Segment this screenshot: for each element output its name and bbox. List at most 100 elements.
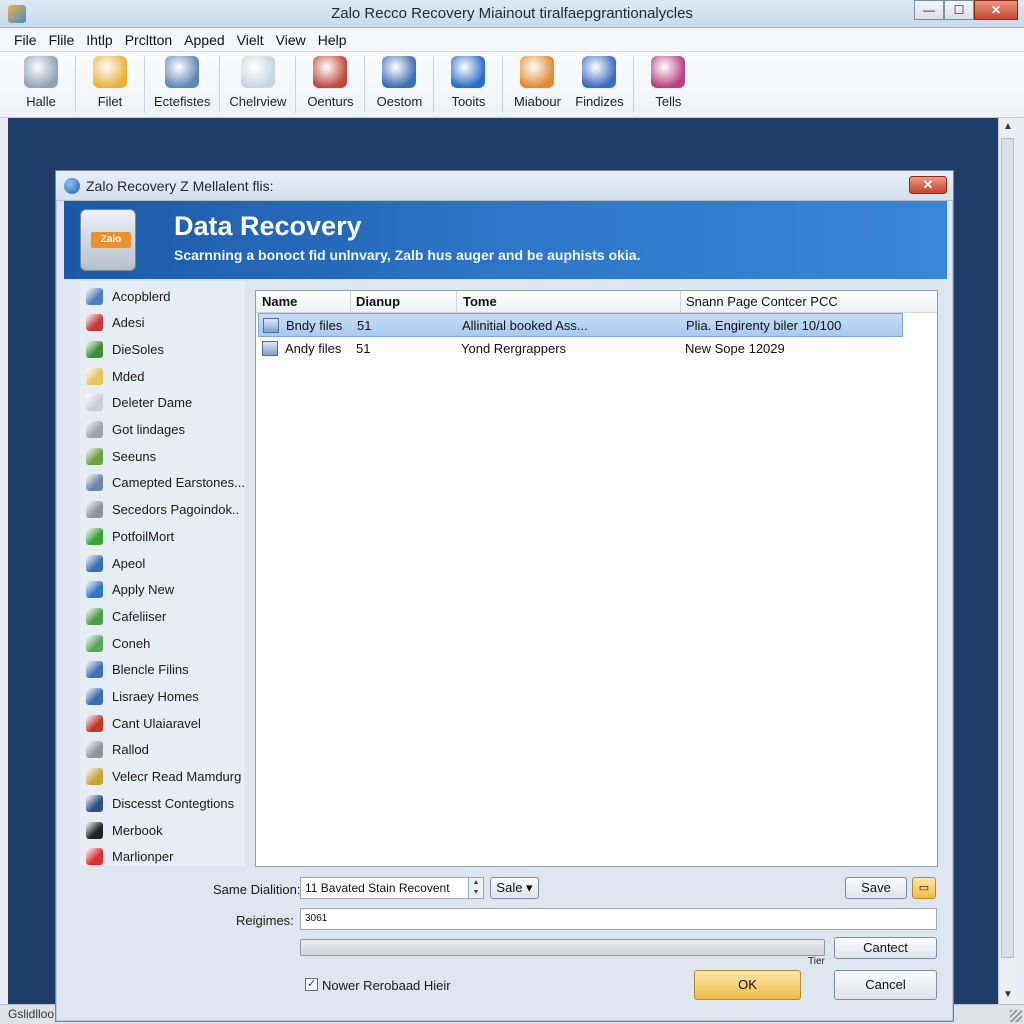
sidebar-item-20[interactable]: Merbook: [86, 819, 163, 841]
toolbar-button-2[interactable]: Ectefistes: [148, 52, 216, 117]
toolbar-button-4[interactable]: Oenturs: [299, 52, 361, 117]
menu-item-6[interactable]: View: [270, 32, 312, 48]
scroll-thumb[interactable]: [1001, 138, 1014, 958]
sidebar-item-8[interactable]: Secedors Pagoindok..: [86, 499, 239, 521]
menu-item-5[interactable]: Vielt: [231, 32, 270, 48]
face-icon: [86, 714, 103, 732]
monitor-icon: [382, 56, 417, 88]
tools-icon: [86, 501, 103, 519]
toolbar-button-9[interactable]: Tells: [637, 52, 699, 117]
main-scrollbar[interactable]: ▲ ▼: [998, 118, 1016, 1004]
column-divider[interactable]: [680, 291, 681, 313]
sidebar-item-label: Lisraey Homes: [112, 689, 199, 704]
contect-button[interactable]: Cantect: [834, 937, 937, 959]
toolbar-separator: [219, 56, 221, 113]
menu-item-0[interactable]: File: [8, 32, 43, 48]
toolbar-separator: [144, 56, 145, 113]
column-divider[interactable]: [456, 291, 457, 313]
sidebar-item-16[interactable]: Cant Ulaiaravel: [86, 712, 201, 734]
sidebar-item-9[interactable]: PotfoilMort: [86, 525, 174, 547]
table-row[interactable]: Bndy files 51 Allinitial booked Ass... P…: [258, 313, 903, 337]
column-header-name[interactable]: Name: [262, 294, 297, 309]
checkbox[interactable]: ✓: [305, 978, 318, 991]
close-button[interactable]: ✕: [974, 0, 1018, 20]
sidebar-item-5[interactable]: Got lindages: [86, 419, 185, 441]
toolbar-button-0[interactable]: Halle: [10, 52, 72, 117]
toolbar-label: Filet: [97, 94, 123, 109]
scroll-down-arrow-icon[interactable]: ▼: [999, 986, 1017, 1004]
sidebar-item-14[interactable]: Blencle Filins: [86, 659, 189, 681]
maximize-button[interactable]: ☐: [944, 0, 974, 20]
toolbar-button-1[interactable]: Filet: [79, 52, 141, 117]
menu-item-7[interactable]: Help: [312, 32, 353, 48]
toolbar-separator: [433, 56, 435, 113]
menu-item-4[interactable]: Apped: [178, 32, 230, 48]
sale-dropdown[interactable]: Sale ▾: [490, 877, 539, 899]
sidebar-item-17[interactable]: Rallod: [86, 739, 149, 761]
recovery-dialog: Zalo Recovery Z Mellalent flis: ✕ Zalo D…: [55, 170, 954, 1022]
sidebar-item-18[interactable]: Velecr Read Mamdurg: [86, 766, 241, 788]
same-input[interactable]: 11 Bavated Stain Recovent: [300, 877, 472, 899]
lifebuoy-icon: [24, 56, 58, 88]
row-tome: Allinitial booked Ass...: [462, 318, 588, 333]
toolbar-button-8[interactable]: Findizes: [568, 52, 630, 117]
sidebar-item-4[interactable]: Deleter Dame: [86, 392, 192, 414]
spin-stepper-icon[interactable]: ▲ ▼: [468, 877, 484, 899]
sidebar-item-13[interactable]: Coneh: [86, 632, 150, 654]
sidebar-item-2[interactable]: DieSoles: [86, 338, 164, 360]
sidebar-item-7[interactable]: Camepted Earstones...: [86, 472, 245, 494]
dialog-titlebar: Zalo Recovery Z Mellalent flis: ✕: [56, 171, 953, 201]
sidebar-item-19[interactable]: Discesst Contegtions: [86, 792, 234, 814]
dialog-close-button[interactable]: ✕: [909, 176, 947, 194]
monitor-icon: [86, 287, 103, 305]
toolbar-label: Tells: [655, 94, 682, 109]
toolbar-label: Miabour: [513, 94, 561, 109]
sidebar-item-label: Apply New: [112, 582, 175, 598]
dialog-banner: Zalo Data Recovery Scarnning a bonoct fi…: [64, 201, 947, 279]
toolbar-button-3[interactable]: Chelrview: [223, 52, 292, 117]
column-header-dianup[interactable]: Dianup: [356, 294, 400, 309]
sidebar-item-label: Merbook: [112, 822, 163, 838]
sidebar-item-6[interactable]: Seeuns: [86, 445, 156, 467]
banner-subtitle: Scarnning a bonoct fid unlnvary, Zalb hu…: [174, 247, 641, 263]
info-globe-icon: [451, 56, 486, 88]
info-icon: [64, 178, 80, 194]
resize-grip-icon[interactable]: [1010, 1010, 1022, 1022]
column-header-info[interactable]: Snann Page Contcer PCC: [686, 294, 838, 309]
cancel-button[interactable]: Cancel: [834, 970, 937, 1000]
toolbar-button-6[interactable]: Tooits: [437, 52, 499, 117]
menu-item-2[interactable]: Ihtlp: [80, 32, 118, 48]
toolbar-label: Oenturs: [307, 94, 354, 109]
sidebar-item-3[interactable]: Mded: [86, 365, 145, 387]
ok-button[interactable]: OK: [694, 970, 801, 1000]
save-button[interactable]: Save: [845, 877, 907, 899]
status-text: Gslidlloo: [8, 1007, 55, 1021]
folder-open-icon[interactable]: ▭: [912, 877, 936, 899]
sidebar-item-1[interactable]: Adesi: [86, 312, 145, 334]
toolbar-button-7[interactable]: Miabour: [506, 52, 568, 117]
toolbar-button-5[interactable]: Oestom: [368, 52, 430, 117]
sidebar-item-10[interactable]: Apeol: [86, 552, 145, 574]
sidebar-item-label: Cafeliiser: [112, 608, 167, 624]
phone-device-icon: Zalo: [80, 209, 136, 271]
menu-item-3[interactable]: Prcltton: [119, 32, 178, 48]
minimize-button[interactable]: —: [914, 0, 944, 20]
shopping-cart-icon: [313, 56, 348, 88]
column-divider[interactable]: [350, 291, 351, 313]
scroll-up-arrow-icon[interactable]: ▲: [999, 118, 1017, 136]
sidebar-item-label: Secedors Pagoindok..: [112, 502, 240, 518]
toolbar-separator: [295, 56, 297, 113]
sidebar-item-0[interactable]: Acopblerd: [86, 285, 171, 307]
menu-item-1[interactable]: Flile: [43, 32, 81, 48]
table-row[interactable]: Andy files 51 Yond Rergrappers New Sope …: [258, 337, 903, 361]
same-label: Same Dialition:: [213, 882, 301, 897]
toolbar: Halle Filet Ectefistes Chelrview Oenturs Oest…: [0, 52, 1024, 118]
sidebar-item-21[interactable]: Marlionper: [86, 846, 173, 868]
column-header-tome[interactable]: Tome: [463, 294, 497, 309]
sidebar-item-15[interactable]: Lisraey Homes: [86, 686, 199, 708]
sidebar-item-12[interactable]: Cafeliiser: [86, 605, 166, 627]
regions-input[interactable]: 3061: [300, 908, 937, 930]
globe-icon: [93, 56, 127, 88]
sidebar-item-11[interactable]: Apply New: [86, 579, 174, 601]
file-list[interactable]: Name Dianup Tome Snann Page Contcer PCC …: [255, 290, 938, 867]
